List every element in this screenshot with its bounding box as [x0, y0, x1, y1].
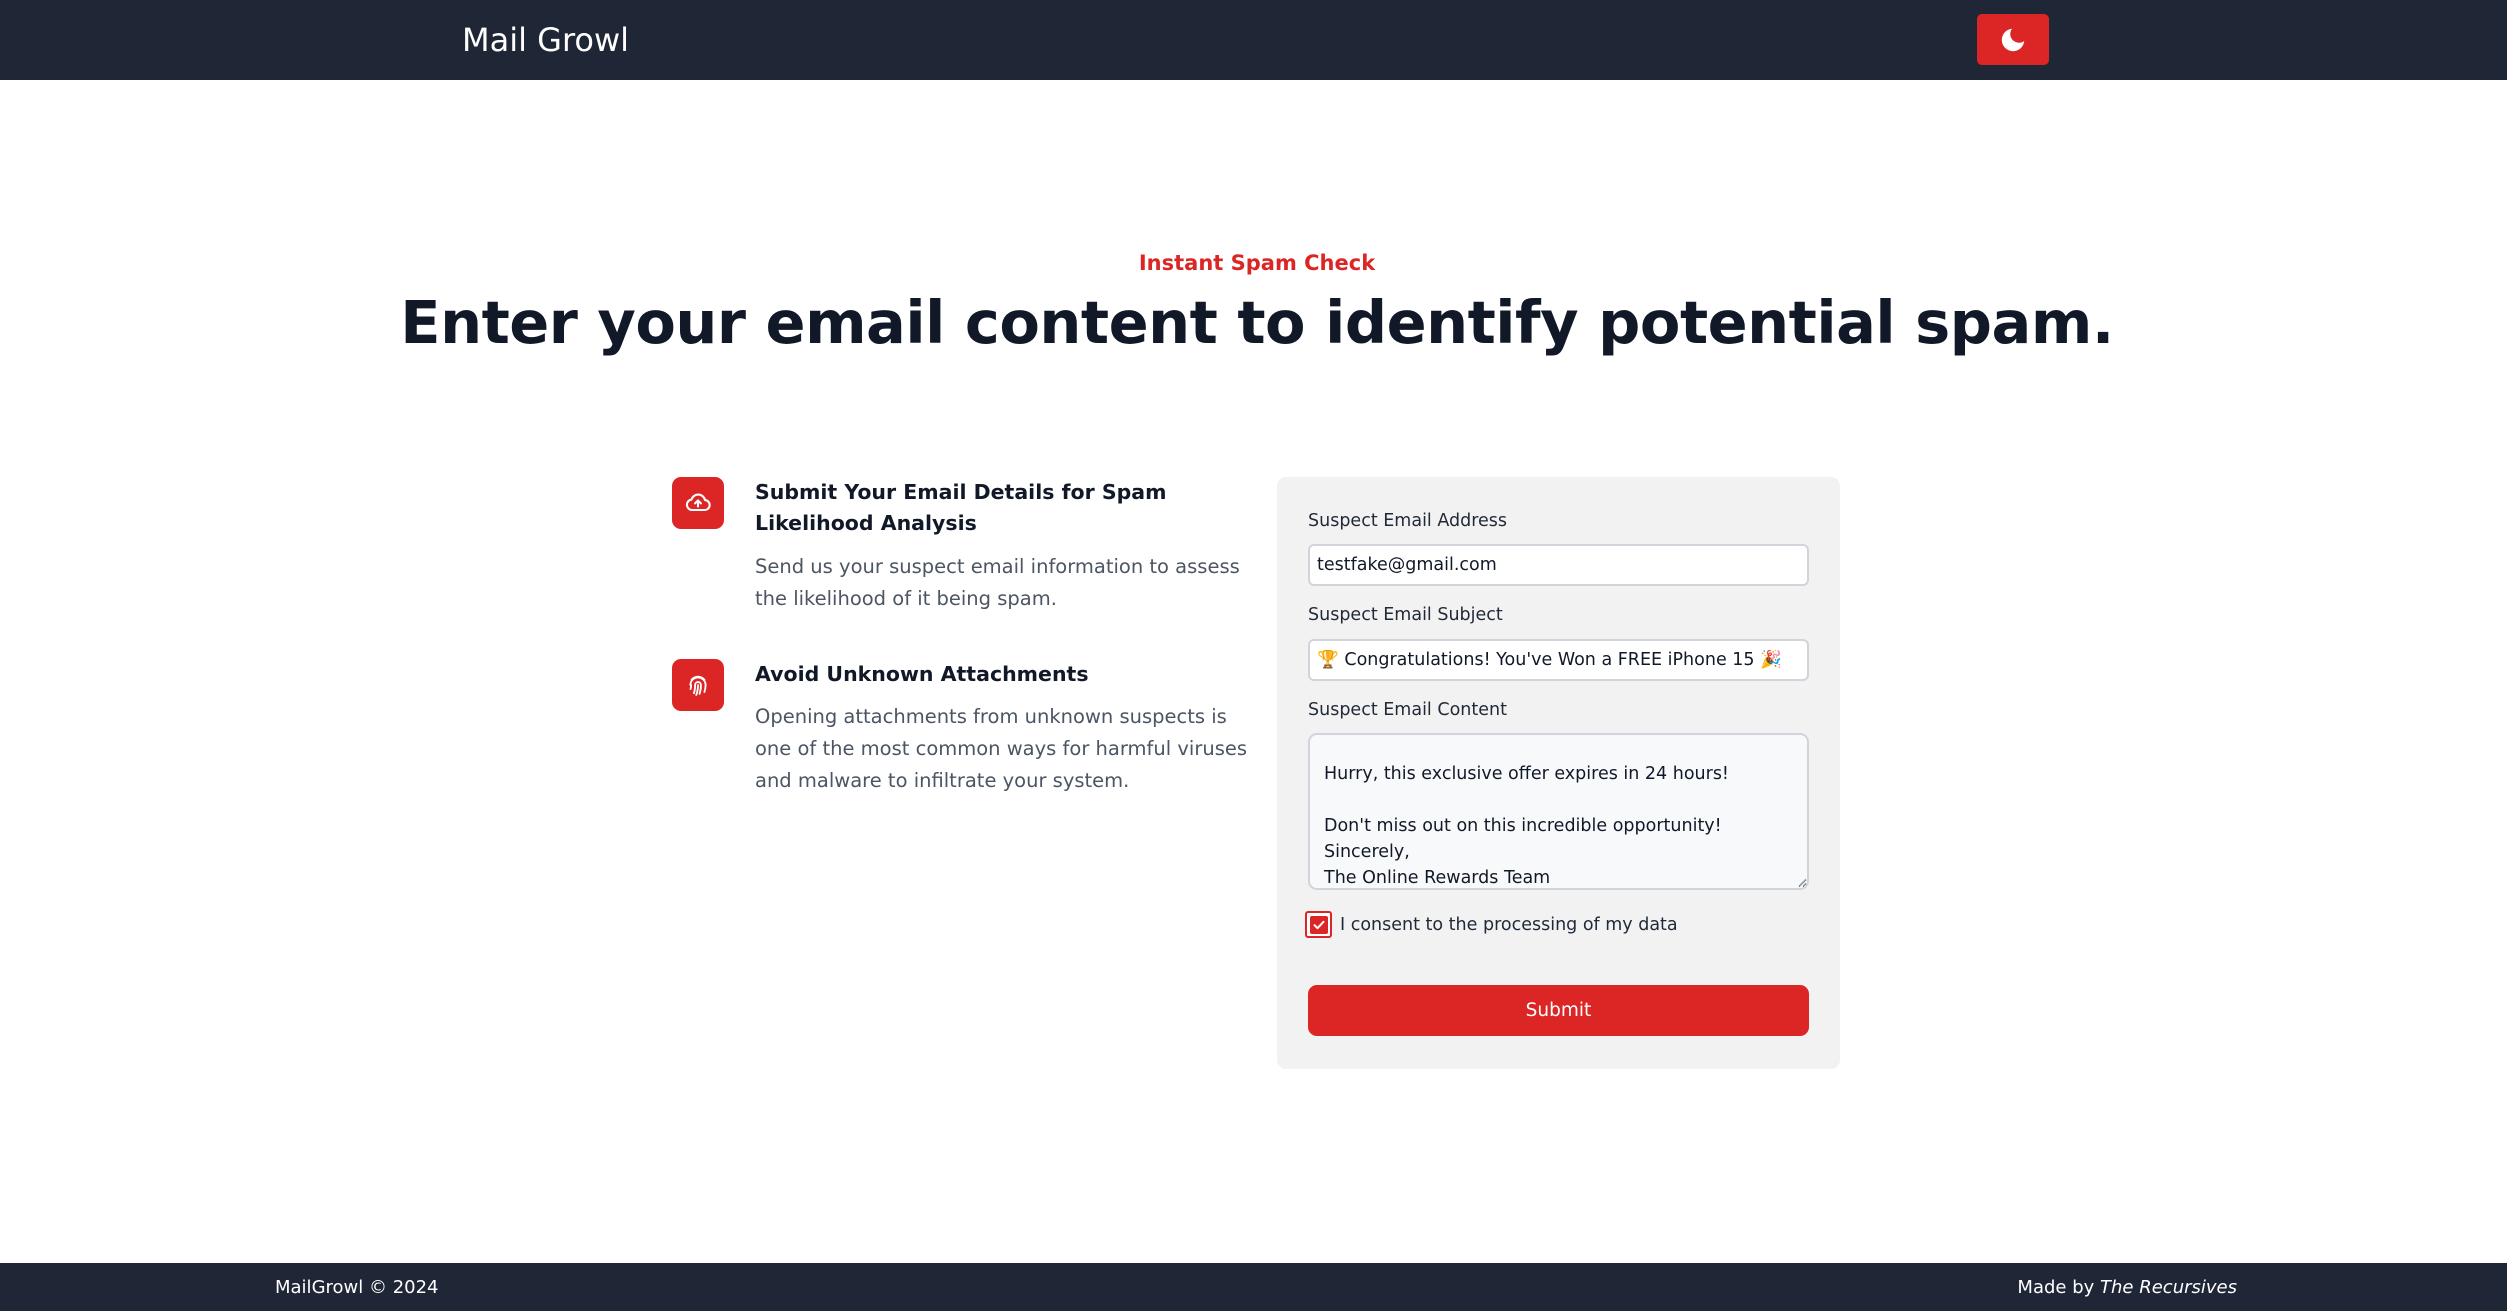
email-subject-label: Suspect Email Subject [1308, 605, 1503, 625]
spam-check-form: Suspect Email Address Suspect Email Subj… [1277, 477, 1840, 1069]
theme-toggle-button[interactable] [1977, 14, 2049, 65]
feature-title: Submit Your Email Details for Spam Likel… [755, 480, 1167, 535]
feature-title: Avoid Unknown Attachments [755, 662, 1089, 686]
footer: MailGrowl © 2024 Made by The Recursives [0, 1263, 2507, 1311]
checkmark-icon [1309, 915, 1328, 934]
email-content-textarea[interactable]: Hurry, this exclusive offer expires in 2… [1308, 733, 1809, 890]
footer-credit: Made by The Recursives [2017, 1275, 2237, 1301]
fingerprint-icon [672, 659, 724, 711]
resize-handle-icon[interactable] [1798, 878, 1807, 887]
email-content-label: Suspect Email Content [1308, 700, 1507, 720]
moon-icon [2001, 28, 2025, 51]
consent-label[interactable]: I consent to the processing of my data [1340, 913, 1678, 937]
footer-credit-prefix: Made by [2017, 1277, 2095, 1298]
submit-button[interactable]: Submit [1308, 985, 1809, 1036]
cloud-upload-icon [672, 477, 724, 529]
email-address-input[interactable] [1308, 544, 1809, 586]
navbar: Mail Growl [0, 0, 2507, 80]
brand-logo[interactable]: Mail Growl [462, 18, 629, 62]
email-subject-input[interactable] [1308, 639, 1809, 681]
feature-description: Send us your suspect email information t… [755, 555, 1240, 610]
consent-checkbox[interactable] [1305, 911, 1332, 938]
footer-credit-name[interactable]: The Recursives [2100, 1277, 2237, 1298]
feature-description: Opening attachments from unknown suspect… [755, 705, 1248, 792]
footer-copyright: MailGrowl © 2024 [275, 1277, 439, 1298]
page-title: Enter your email content to identify pot… [400, 288, 2114, 357]
email-address-label: Suspect Email Address [1308, 511, 1508, 531]
hero-eyebrow: Instant Spam Check [1138, 251, 1376, 275]
